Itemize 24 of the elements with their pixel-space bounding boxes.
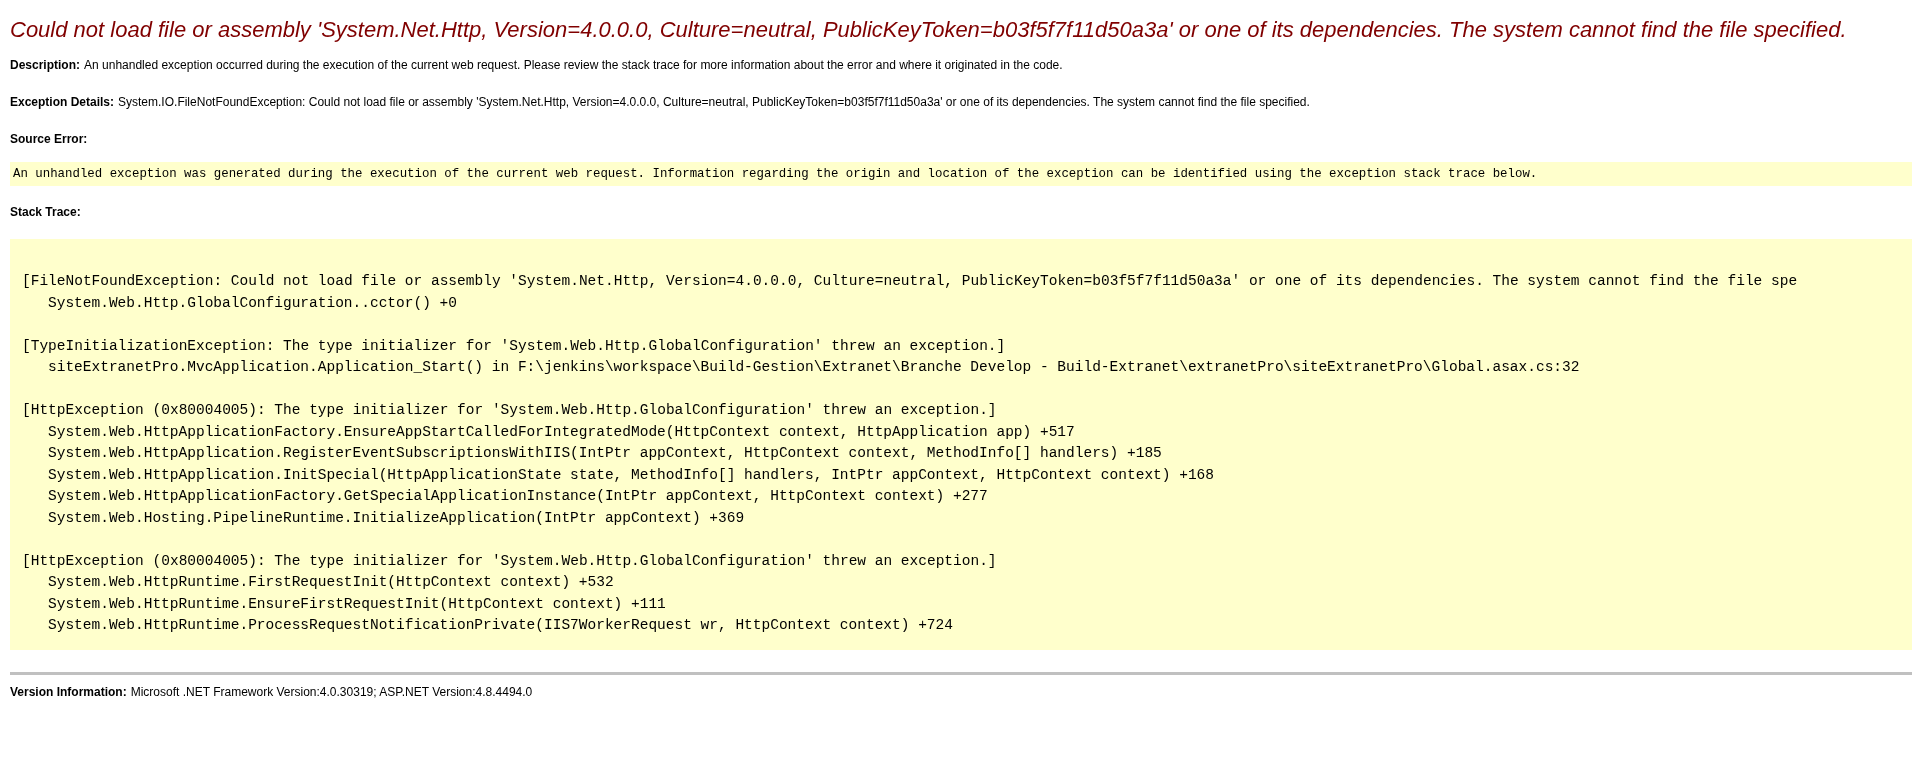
- stack-frame-line: System.Web.HttpRuntime.FirstRequestInit(HttpContext context) +532: [47, 573, 614, 592]
- stack-frame-line: System.Web.HttpRuntime.EnsureFirstRequestInit(HttpContext context) +111: [47, 594, 666, 614]
- stack-frame-line: System.Web.Hosting.PipelineRuntime.InitializeApplication(IntPtr appContext) +369: [47, 508, 745, 528]
- stack-frame-line: System.Web.Http.GlobalConfiguration..cctor() +0: [47, 293, 457, 313]
- stack-frame-line: System.Web.HttpRuntime.ProcessRequestNotificationPrivate(IIS7WorkerRequest wr, HttpContext context) +724: [47, 616, 953, 635]
- section-heading: Stack Trace:: [10, 204, 81, 221]
- field-label: Version Information:: [10, 683, 127, 701]
- version-text: Microsoft .NET Framework Version:4.0.30319; ASP.NET Version:4.8.4494.0: [130, 683, 533, 701]
- stack-frame-line: System.Web.HttpApplicationFactory.EnsureAppStartCalledForIntegratedMode(HttpContext context, HttpApplication app) +517: [47, 422, 1075, 442]
- exception-header: [TypeInitializationException: The type initializer for 'System.Web.Http.GlobalConfiguration' threw an exception.]: [22, 336, 1006, 356]
- section-heading: Source Error:: [10, 131, 89, 148]
- source-error-panel: An unhandled exception was generated during the execution of the current web request. Information regarding the origin and location of the exception can be identified using the exception stack trace below.: [10, 162, 1912, 186]
- description-text: An unhandled exception occurred during the execution of the current web request. Please review the stack trace for more information about the error and where it originated in the code.: [84, 57, 1063, 74]
- stack-frame-line: System.Web.HttpApplication.RegisterEventSubscriptionsWithIIS(IntPtr appContext, HttpContext context, MethodInfo[] handlers) +185: [47, 444, 1162, 463]
- exception-header: [FileNotFoundException: Could not load file or assembly 'System.Net.Http, Version=4.0.0.0, Culture=neutral, PublicKeyToken=b03f5f7f11d50a3a' or one of its dependencies. The system cannot find the file spe: [22, 272, 1798, 291]
- stack-frame-line: siteExtranetPro.MvcApplication.Application_Start() in F:\jenkins\workspace\Build-Gestion\Extranet\Branche Develop - Build-Extranet\extranetPro\siteExtranetPro\Global.asax.cs:32: [47, 358, 1580, 377]
- field-label: Exception Details:: [10, 94, 115, 111]
- exception-header: [HttpException (0x80004005): The type initializer for 'System.Web.Http.GlobalConfiguration' threw an exception.]: [22, 551, 997, 571]
- stack-frame-line: System.Web.HttpApplication.InitSpecial(HttpApplicationState state, MethodInfo[] handlers, IntPtr appContext, HttpContext context) +168: [47, 465, 1214, 485]
- field-label: Description:: [10, 57, 80, 74]
- error-title: Could not load file or assembly 'System.Net.Http, Version=4.0.0.0, Culture=neutral, PublicKeyToken=b03f5f7f11d50a3a' or one of its dependencies. The system cannot find the file specified.: [10, 16, 1848, 44]
- stack-frame-line: System.Web.HttpApplicationFactory.GetSpecialApplicationInstance(IntPtr appContext, HttpContext context) +277: [47, 487, 988, 506]
- exception-details-text: System.IO.FileNotFoundException: Could not load file or assembly 'System.Net.Http, Version=4.0.0.0, Culture=neutral, PublicKeyToken=b03f5f7f11d50a3a' or one of its dependencies. The system cannot find the file specified.: [118, 94, 1310, 111]
- exception-header: [HttpException (0x80004005): The type initializer for 'System.Web.Http.GlobalConfiguration' threw an exception.]: [22, 401, 997, 420]
